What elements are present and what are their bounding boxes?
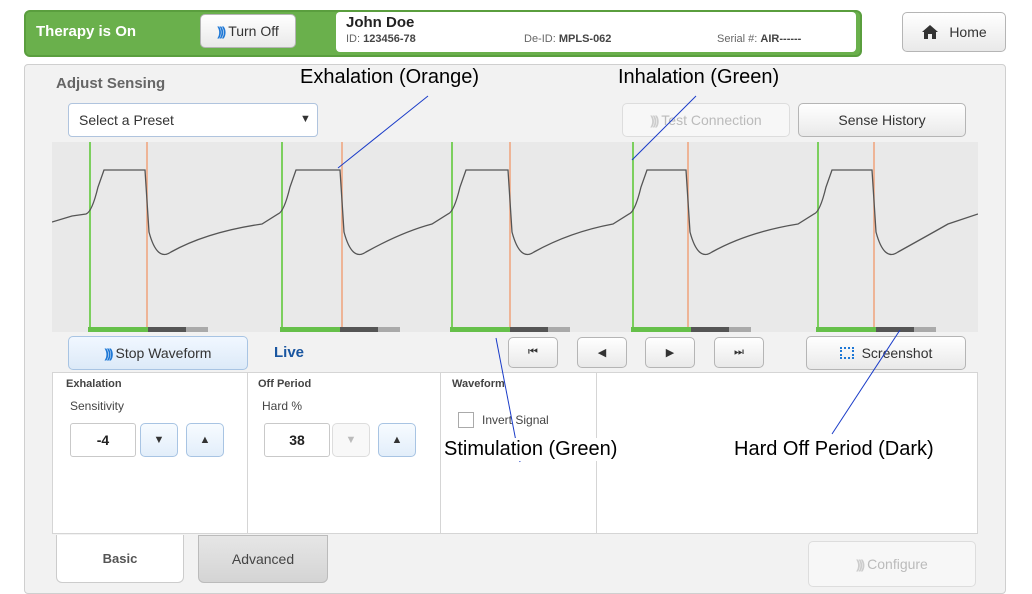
- test-connection-label: Test Connection: [661, 112, 762, 128]
- hard-off-bar: [691, 327, 729, 332]
- dropdown-arrow-icon: ▼: [300, 113, 311, 125]
- sense-history-button[interactable]: Sense History: [798, 103, 966, 137]
- stimulation-bar: [450, 327, 510, 332]
- home-label: Home: [949, 24, 987, 40]
- soft-off-bar: [914, 327, 936, 332]
- patient-deid: De-ID: MPLS-062: [524, 33, 612, 45]
- wireless-icon: ))): [856, 556, 865, 572]
- previous-icon: ◀: [597, 347, 607, 359]
- stop-waveform-button[interactable]: ))) Stop Waveform: [68, 336, 248, 370]
- soft-off-bar: [186, 327, 208, 332]
- stimulation-bar: [280, 327, 340, 332]
- hard-off-bar: [876, 327, 914, 332]
- sensitivity-increase-button[interactable]: ▲: [186, 423, 224, 457]
- stimulation-bar: [631, 327, 691, 332]
- waveform-section-title: Waveform: [452, 378, 505, 390]
- panel-title: Adjust Sensing: [56, 75, 166, 92]
- hard-off-bar: [510, 327, 548, 332]
- configure-button[interactable]: ))) Configure: [808, 541, 976, 587]
- hard-off-increase-button[interactable]: ▲: [378, 423, 416, 457]
- divider: [247, 372, 248, 534]
- soft-off-bar: [548, 327, 570, 332]
- off-period-section-title: Off Period: [258, 378, 312, 390]
- invert-signal-label: Invert Signal: [482, 413, 549, 427]
- home-icon: [922, 25, 939, 39]
- hard-off-value[interactable]: 38: [264, 423, 330, 457]
- annotation-exhalation: Exhalation (Orange): [300, 66, 479, 88]
- wireless-icon: ))): [104, 345, 114, 361]
- up-arrow-icon: ▲: [199, 434, 211, 446]
- exhalation-section-title: Exhalation: [66, 378, 122, 390]
- annotation-stimulation: Stimulation (Green): [444, 438, 618, 461]
- turn-off-button[interactable]: ))) Turn Off: [200, 14, 296, 48]
- patient-id: ID: 123456-78: [346, 33, 416, 45]
- hard-percent-label: Hard %: [262, 399, 303, 413]
- tab-basic[interactable]: Basic: [56, 535, 184, 583]
- home-button[interactable]: Home: [902, 12, 1006, 52]
- first-page-button[interactable]: ⏮: [508, 337, 558, 368]
- turn-off-label: Turn Off: [228, 23, 279, 39]
- patient-serial: Serial #: AIR------: [717, 33, 802, 45]
- stimulation-bar: [816, 327, 876, 332]
- sense-history-label: Sense History: [838, 112, 926, 128]
- preset-select[interactable]: Select a Preset: [68, 103, 318, 137]
- annotation-hard-off: Hard Off Period (Dark): [734, 438, 934, 461]
- skip-first-icon: ⏮: [528, 346, 538, 358]
- stop-waveform-label: Stop Waveform: [115, 345, 212, 361]
- next-button[interactable]: ▶: [645, 337, 695, 368]
- test-connection-button[interactable]: ))) Test Connection: [622, 103, 790, 137]
- respiratory-waveform: [52, 142, 978, 332]
- down-arrow-icon: ▼: [345, 434, 357, 446]
- divider: [440, 372, 441, 534]
- skip-last-icon: ⏭: [734, 346, 744, 358]
- up-arrow-icon: ▲: [391, 434, 403, 446]
- tab-advanced[interactable]: Advanced: [198, 535, 328, 583]
- hard-off-bar: [148, 327, 186, 332]
- sensitivity-decrease-button[interactable]: ▼: [140, 423, 178, 457]
- soft-off-bar: [729, 327, 751, 332]
- wireless-icon: ))): [217, 23, 226, 39]
- screenshot-button[interactable]: Screenshot: [806, 336, 966, 370]
- therapy-status-text: Therapy is On: [36, 23, 137, 40]
- stimulation-bar: [88, 327, 148, 332]
- screenshot-icon: [839, 347, 854, 359]
- live-indicator: Live: [274, 344, 305, 361]
- sensitivity-value[interactable]: -4: [70, 423, 136, 457]
- sensitivity-label: Sensitivity: [70, 399, 125, 413]
- annotation-inhalation: Inhalation (Green): [618, 66, 780, 88]
- soft-off-bar: [378, 327, 400, 332]
- invert-signal-checkbox[interactable]: [458, 412, 474, 428]
- hard-off-decrease-button[interactable]: ▼: [332, 423, 370, 457]
- previous-button[interactable]: ◀: [577, 337, 627, 368]
- wireless-icon: ))): [650, 112, 659, 128]
- preset-select-label: Select a Preset: [79, 112, 174, 128]
- last-page-button[interactable]: ⏭: [714, 337, 764, 368]
- screenshot-label: Screenshot: [861, 345, 933, 361]
- patient-name: John Doe: [346, 14, 415, 31]
- down-arrow-icon: ▼: [153, 434, 165, 446]
- hard-off-bar: [340, 327, 378, 332]
- next-icon: ▶: [665, 347, 675, 359]
- configure-label: Configure: [867, 556, 928, 572]
